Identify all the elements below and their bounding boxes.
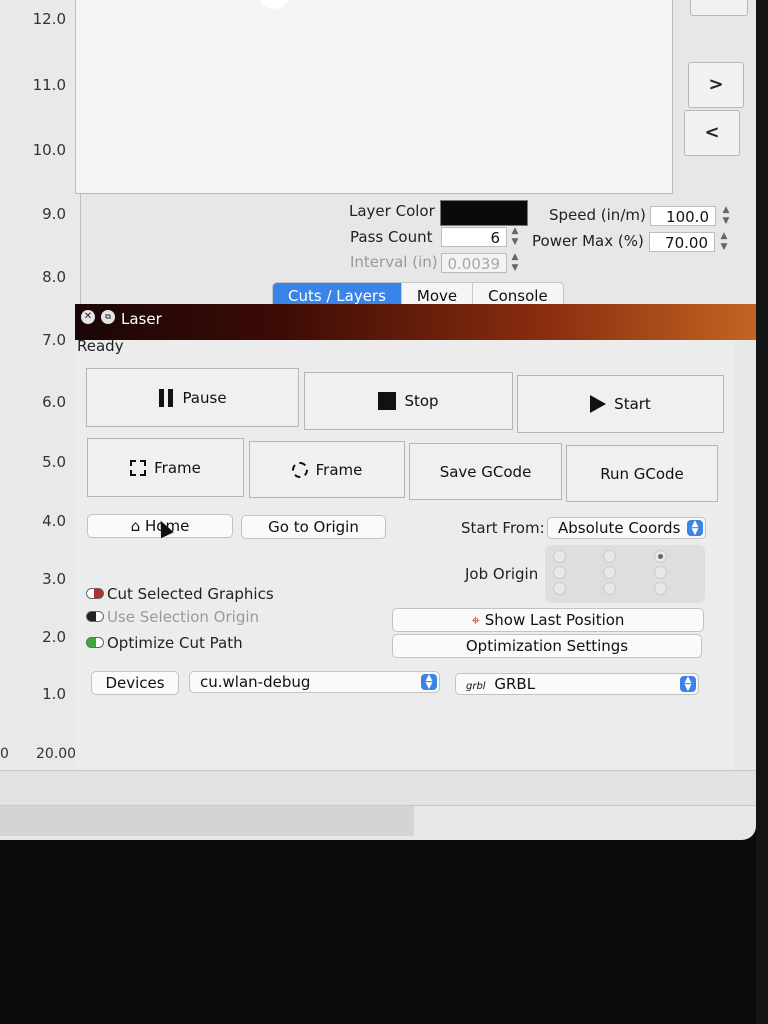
use-selection-origin-toggle[interactable]	[86, 611, 104, 622]
pause-icon	[158, 388, 174, 407]
ruler-corner-label: 20.00	[36, 746, 77, 762]
frame-circle-label: Frame	[315, 460, 363, 479]
pause-button[interactable]: Pause	[86, 368, 299, 427]
frame-rect-button[interactable]: Frame	[87, 438, 244, 497]
ruler-tick: 7.0	[42, 331, 66, 349]
interval-label: Interval (in)	[350, 253, 438, 271]
devices-button[interactable]: Devices	[91, 671, 179, 695]
interval-input[interactable]: 0.0039	[441, 253, 507, 273]
start-label: Start	[614, 395, 651, 413]
crosshair-icon: ⌖	[471, 611, 480, 629]
cut-selected-label: Cut Selected Graphics	[107, 585, 274, 603]
grbl-logo-icon: grbl	[466, 681, 486, 692]
ruler-tick: 11.0	[32, 76, 66, 94]
frame-circle-button[interactable]: Frame	[249, 441, 405, 498]
pass-count-stepper[interactable]: ▲ ▼	[509, 226, 521, 250]
go-to-origin-button[interactable]: Go to Origin	[241, 515, 386, 539]
frame-rect-label: Frame	[154, 458, 201, 477]
start-from-label: Start From:	[461, 519, 545, 537]
start-button[interactable]: Start	[517, 375, 724, 433]
layer-color-label: Layer Color	[349, 202, 435, 220]
chevron-updown-icon: ▲ ▼	[680, 676, 696, 693]
monitor-bezel	[756, 0, 768, 1024]
chevron-updown-icon: ▲ ▼	[421, 674, 437, 691]
canvas-object[interactable]	[258, 0, 290, 9]
status-bar	[0, 770, 756, 806]
job-origin-label: Job Origin	[465, 565, 539, 583]
laser-window-title: Laser	[121, 310, 162, 328]
save-gcode-button[interactable]: Save GCode	[409, 443, 562, 500]
laser-window-titlebar[interactable]: ✕ ⧉ Laser	[75, 304, 756, 340]
origin-bottom-center[interactable]	[603, 582, 616, 595]
stop-button[interactable]: Stop	[304, 372, 513, 430]
origin-top-right[interactable]	[654, 550, 667, 563]
canvas-top-button[interactable]	[690, 0, 748, 16]
close-icon[interactable]: ✕	[81, 310, 95, 324]
ruler-tick: 3.0	[42, 570, 66, 588]
speed-label: Speed (in/m)	[549, 206, 646, 224]
optimize-cut-path-toggle[interactable]	[86, 637, 104, 648]
interval-stepper[interactable]: ▲ ▼	[509, 252, 521, 276]
use-selection-origin-label: Use Selection Origin	[107, 608, 260, 626]
detach-icon[interactable]: ⧉	[101, 310, 115, 324]
controller-select[interactable]: grbl GRBL ▲ ▼	[455, 673, 699, 695]
power-max-input[interactable]: 70.00	[649, 232, 715, 252]
run-gcode-button[interactable]: Run GCode	[566, 445, 718, 502]
chevron-updown-icon: ▲ ▼	[687, 520, 703, 537]
ruler-tick: 8.0	[42, 268, 66, 286]
ruler-tick: 10.0	[32, 141, 66, 159]
pass-count-label: Pass Count	[350, 228, 433, 246]
pass-count-input[interactable]: 6	[441, 227, 507, 247]
pause-label: Pause	[182, 388, 227, 407]
origin-middle-left[interactable]	[553, 566, 566, 579]
prev-page-button[interactable]: <	[684, 110, 740, 156]
start-from-select[interactable]: Absolute Coords ▲ ▼	[547, 517, 706, 539]
origin-bottom-right[interactable]	[654, 582, 667, 595]
power-max-stepper[interactable]: ▲ ▼	[718, 231, 730, 255]
start-from-value: Absolute Coords	[558, 519, 681, 537]
stop-label: Stop	[404, 392, 439, 410]
next-page-button[interactable]: >	[688, 62, 744, 108]
origin-top-center[interactable]	[603, 550, 616, 563]
vertical-ruler: 12.0 11.0 10.0 9.0 8.0 7.0 6.0 5.0 4.0 3…	[0, 0, 81, 770]
play-icon	[590, 395, 607, 413]
origin-top-left[interactable]	[553, 550, 566, 563]
ruler-corner-left: 0	[0, 746, 9, 762]
port-value: cu.wlan-debug	[200, 673, 311, 691]
home-icon: ⌂	[130, 517, 141, 535]
ruler-tick: 5.0	[42, 453, 66, 471]
bottom-scrollbar[interactable]	[0, 806, 414, 836]
ruler-tick: 2.0	[42, 628, 66, 646]
workspace-canvas[interactable]	[75, 0, 673, 194]
show-last-position-button[interactable]: ⌖ Show Last Position	[392, 608, 704, 632]
speed-stepper[interactable]: ▲ ▼	[720, 205, 732, 229]
laser-status: Ready	[77, 337, 124, 355]
controller-value: GRBL	[494, 675, 536, 693]
ruler-tick: 12.0	[32, 10, 66, 28]
cut-selected-toggle[interactable]	[86, 588, 104, 599]
ruler-tick: 4.0	[42, 512, 66, 530]
frame-square-icon	[130, 459, 147, 476]
job-origin-grid	[545, 545, 705, 603]
ruler-tick: 1.0	[42, 685, 66, 703]
optimize-cut-path-label: Optimize Cut Path	[107, 634, 243, 652]
optimization-settings-button[interactable]: Optimization Settings	[392, 634, 702, 658]
ruler-tick: 6.0	[42, 393, 66, 411]
origin-middle-center[interactable]	[603, 566, 616, 579]
ruler-tick: 9.0	[42, 205, 66, 223]
app-screen: 12.0 11.0 10.0 9.0 8.0 7.0 6.0 5.0 4.0 3…	[0, 0, 756, 840]
show-last-position-label: Show Last Position	[484, 611, 625, 629]
port-select[interactable]: cu.wlan-debug ▲ ▼	[189, 671, 440, 693]
layer-color-swatch[interactable]	[440, 200, 528, 226]
origin-bottom-left[interactable]	[553, 582, 566, 595]
power-max-label: Power Max (%)	[532, 232, 644, 250]
origin-middle-right[interactable]	[654, 566, 667, 579]
frame-circle-icon	[291, 461, 308, 478]
stop-icon	[378, 392, 397, 410]
speed-input[interactable]: 100.0	[650, 206, 716, 226]
